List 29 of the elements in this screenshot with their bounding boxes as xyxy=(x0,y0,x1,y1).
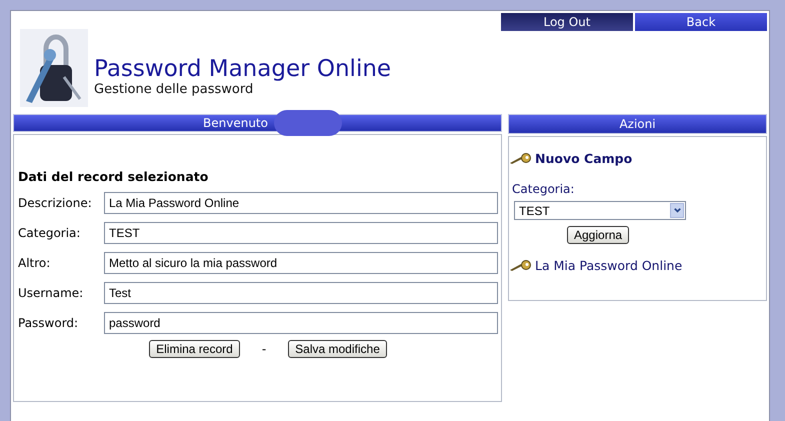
redaction-mark xyxy=(274,110,342,136)
section-header: Azioni xyxy=(619,117,656,131)
section-title: Dati del record selezionato xyxy=(18,169,210,184)
delete-button[interactable]: Elimina record xyxy=(149,340,240,358)
field-label: Categoria: xyxy=(18,226,82,240)
field-label: Altro: xyxy=(18,256,52,270)
field-label: Username: xyxy=(18,286,84,300)
update-button[interactable]: Aggiorna xyxy=(567,226,630,244)
input-field[interactable]: Test xyxy=(104,282,498,304)
record-link[interactable]: La Mia Password Online xyxy=(535,258,682,273)
input-field[interactable]: La Mia Password Online xyxy=(104,192,498,214)
section-header: Benvenuto xyxy=(203,116,268,130)
key-icon xyxy=(509,260,533,272)
key-icon xyxy=(509,152,533,164)
field-label: Categoria: xyxy=(512,182,576,196)
nav-button[interactable]: Log Out xyxy=(501,13,633,31)
app-subtitle: Gestione delle password xyxy=(94,82,254,97)
new-field-link[interactable]: Nuovo Campo xyxy=(535,151,632,166)
input-field[interactable]: password xyxy=(104,312,498,334)
input-field[interactable]: Metto al sicuro la mia password xyxy=(104,252,498,274)
padlock-with-keys-icon xyxy=(20,29,88,107)
input-field[interactable]: TEST xyxy=(104,222,498,244)
field-label: Password: xyxy=(18,316,80,330)
app-title: Password Manager Online xyxy=(94,56,392,82)
category-select[interactable]: TEST xyxy=(514,201,686,220)
separator-text: - xyxy=(262,342,266,356)
nav-button[interactable]: Back xyxy=(635,13,767,31)
field-label: Descrizione: xyxy=(18,196,93,210)
save-button[interactable]: Salva modifiche xyxy=(288,340,387,358)
